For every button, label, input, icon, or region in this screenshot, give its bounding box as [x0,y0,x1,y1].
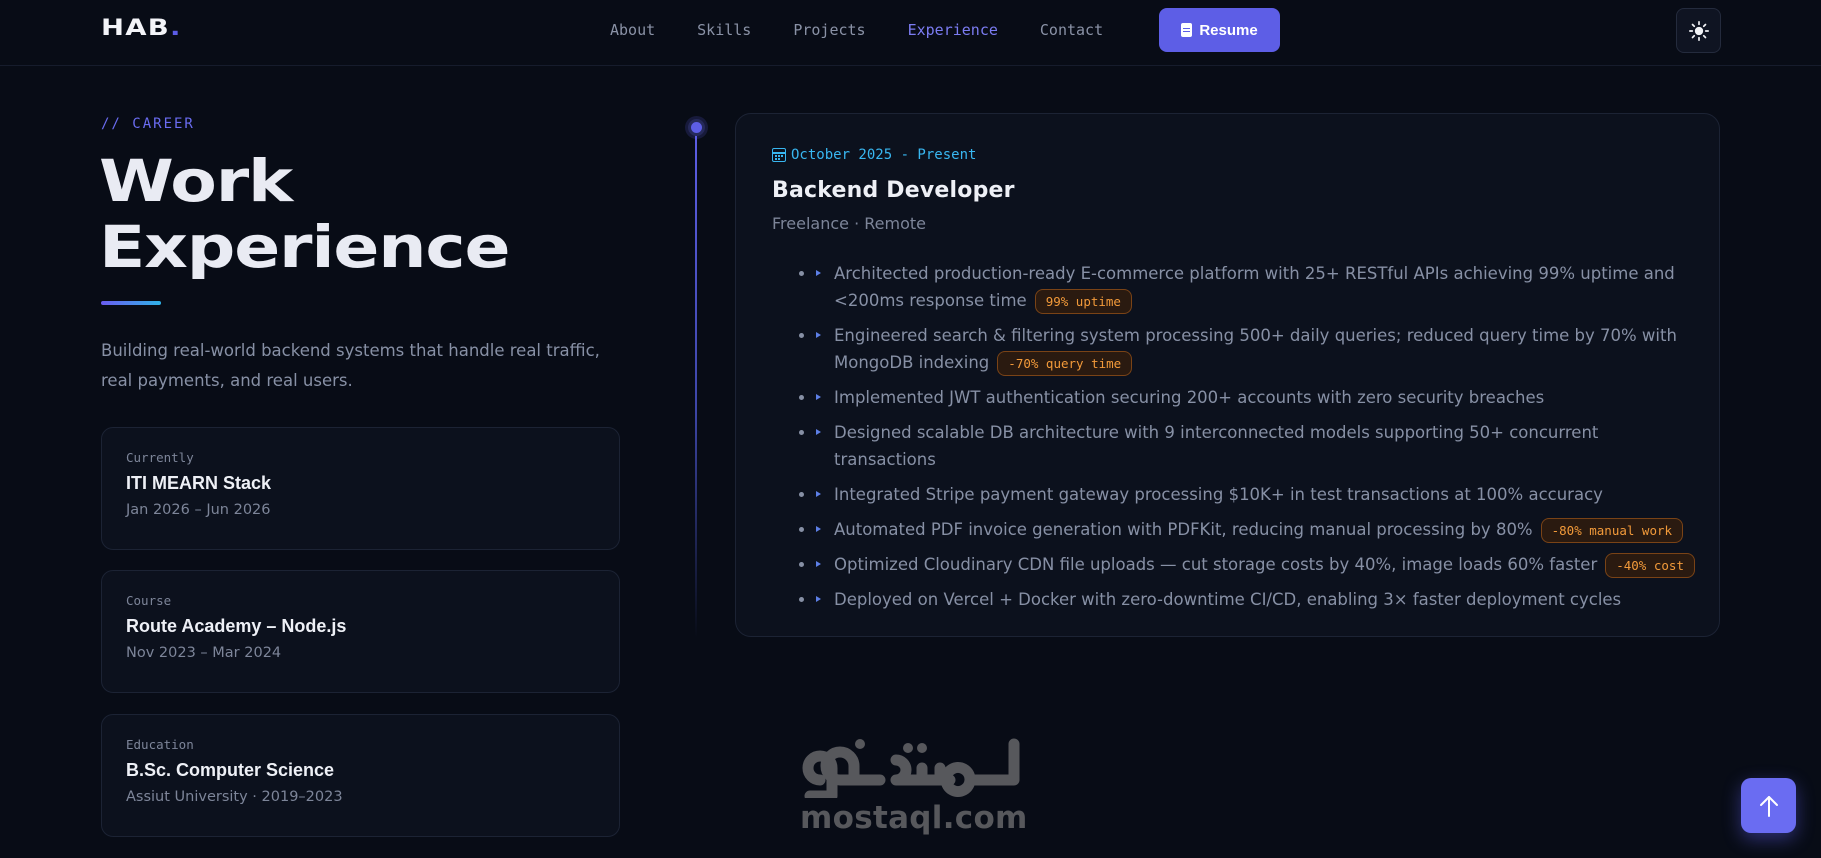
card-kind: Education [126,737,194,752]
title-underline [101,301,161,305]
bullet-arrow-icon [816,596,821,602]
page-title-line2: Experience [99,213,511,281]
resume-button-label: Resume [1199,21,1258,39]
logo[interactable]: HAB. [101,16,182,41]
bullet-arrow-icon [816,526,821,532]
card-kind: Course [126,593,172,608]
metric-badge: -80% manual work [1540,518,1684,543]
section-eyebrow: // CAREER [101,116,195,132]
nav-link-contact[interactable]: Contact [1040,21,1103,39]
education-card: Education B.Sc. Computer Science Assiut … [101,714,620,837]
bullet-arrow-icon [816,332,821,338]
bullet-arrow-icon [816,491,821,497]
achievement-text: Engineered search & filtering system pro… [834,326,1677,372]
logo-dot: . [170,16,182,41]
achievement-item: Integrated Stripe payment gateway proces… [816,481,1696,508]
nav-links: About Skills Projects Experience Contact [610,0,1145,60]
achievement-text: Deployed on Vercel + Docker with zero-do… [834,590,1622,609]
experience-role: Backend Developer [772,178,1015,203]
course-card: Course Route Academy – Node.js Nov 2023 … [101,570,620,693]
experience-org: Freelance · Remote [772,214,926,233]
page-title-line1: Work [99,147,293,215]
achievement-item: Implemented JWT authentication securing … [816,384,1696,411]
sun-icon [1688,20,1709,41]
nav-link-projects[interactable]: Projects [793,21,865,39]
bullet-arrow-icon [816,429,821,435]
resume-button[interactable]: Resume [1159,8,1280,52]
scroll-to-top-button[interactable] [1741,778,1796,833]
logo-text: HAB [101,16,171,41]
experience-date-text: October 2025 - Present [791,147,977,163]
card-name: Route Academy – Node.js [126,616,347,636]
achievement-item: Optimized Cloudinary CDN file uploads — … [816,551,1696,578]
nav-link-skills[interactable]: Skills [697,21,751,39]
watermark-logo-arabic [802,738,1020,798]
timeline-line [695,128,697,638]
achievement-text: Implemented JWT authentication securing … [834,388,1545,407]
experience-date: October 2025 - Present [772,147,976,163]
nav-link-about[interactable]: About [610,21,655,39]
achievement-text: Designed scalable DB architecture with 9… [834,423,1599,469]
theme-toggle-button[interactable] [1676,8,1721,53]
watermark-text: mostaql.com [800,800,1028,836]
card-dates: Assiut University · 2019–2023 [126,789,343,805]
bullet-arrow-icon [816,561,821,567]
card-dates: Jan 2026 – Jun 2026 [126,502,271,518]
achievement-item: Architected production-ready E-commerce … [816,260,1696,314]
nav-link-experience[interactable]: Experience [908,21,998,39]
achievement-item: Automated PDF invoice generation with PD… [816,516,1696,543]
experience-card: October 2025 - Present Backend Developer… [735,113,1720,637]
achievement-text: Architected production-ready E-commerce … [834,264,1675,310]
metric-badge: 99% uptime [1034,289,1132,314]
timeline-dot [688,119,705,136]
bullet-arrow-icon [816,394,821,400]
achievement-item: Engineered search & filtering system pro… [816,322,1696,376]
achievement-list: Architected production-ready E-commerce … [816,260,1696,621]
card-name: ITI MEARN Stack [126,473,272,493]
achievement-text: Automated PDF invoice generation with PD… [834,520,1533,539]
current-program-card: Currently ITI MEARN Stack Jan 2026 – Jun… [101,427,620,550]
achievement-text: Integrated Stripe payment gateway proces… [834,485,1603,504]
achievement-text: Optimized Cloudinary CDN file uploads — … [834,555,1598,574]
card-dates: Nov 2023 – Mar 2024 [126,645,282,661]
achievement-item: Deployed on Vercel + Docker with zero-do… [816,586,1696,613]
bullet-arrow-icon [816,270,821,276]
arrow-up-icon [1759,795,1778,817]
metric-badge: -70% query time [997,351,1133,376]
page-title: Work Experience [99,148,754,280]
calendar-icon [772,148,786,162]
metric-badge: -40% cost [1605,553,1695,578]
achievement-item: Designed scalable DB architecture with 9… [816,419,1696,473]
card-name: B.Sc. Computer Science [126,760,335,780]
intro-description: Building real-world backend systems that… [101,341,600,390]
card-kind: Currently [126,450,194,465]
navbar: HAB. About Skills Projects Experience Co… [0,0,1821,66]
document-icon [1181,23,1193,37]
